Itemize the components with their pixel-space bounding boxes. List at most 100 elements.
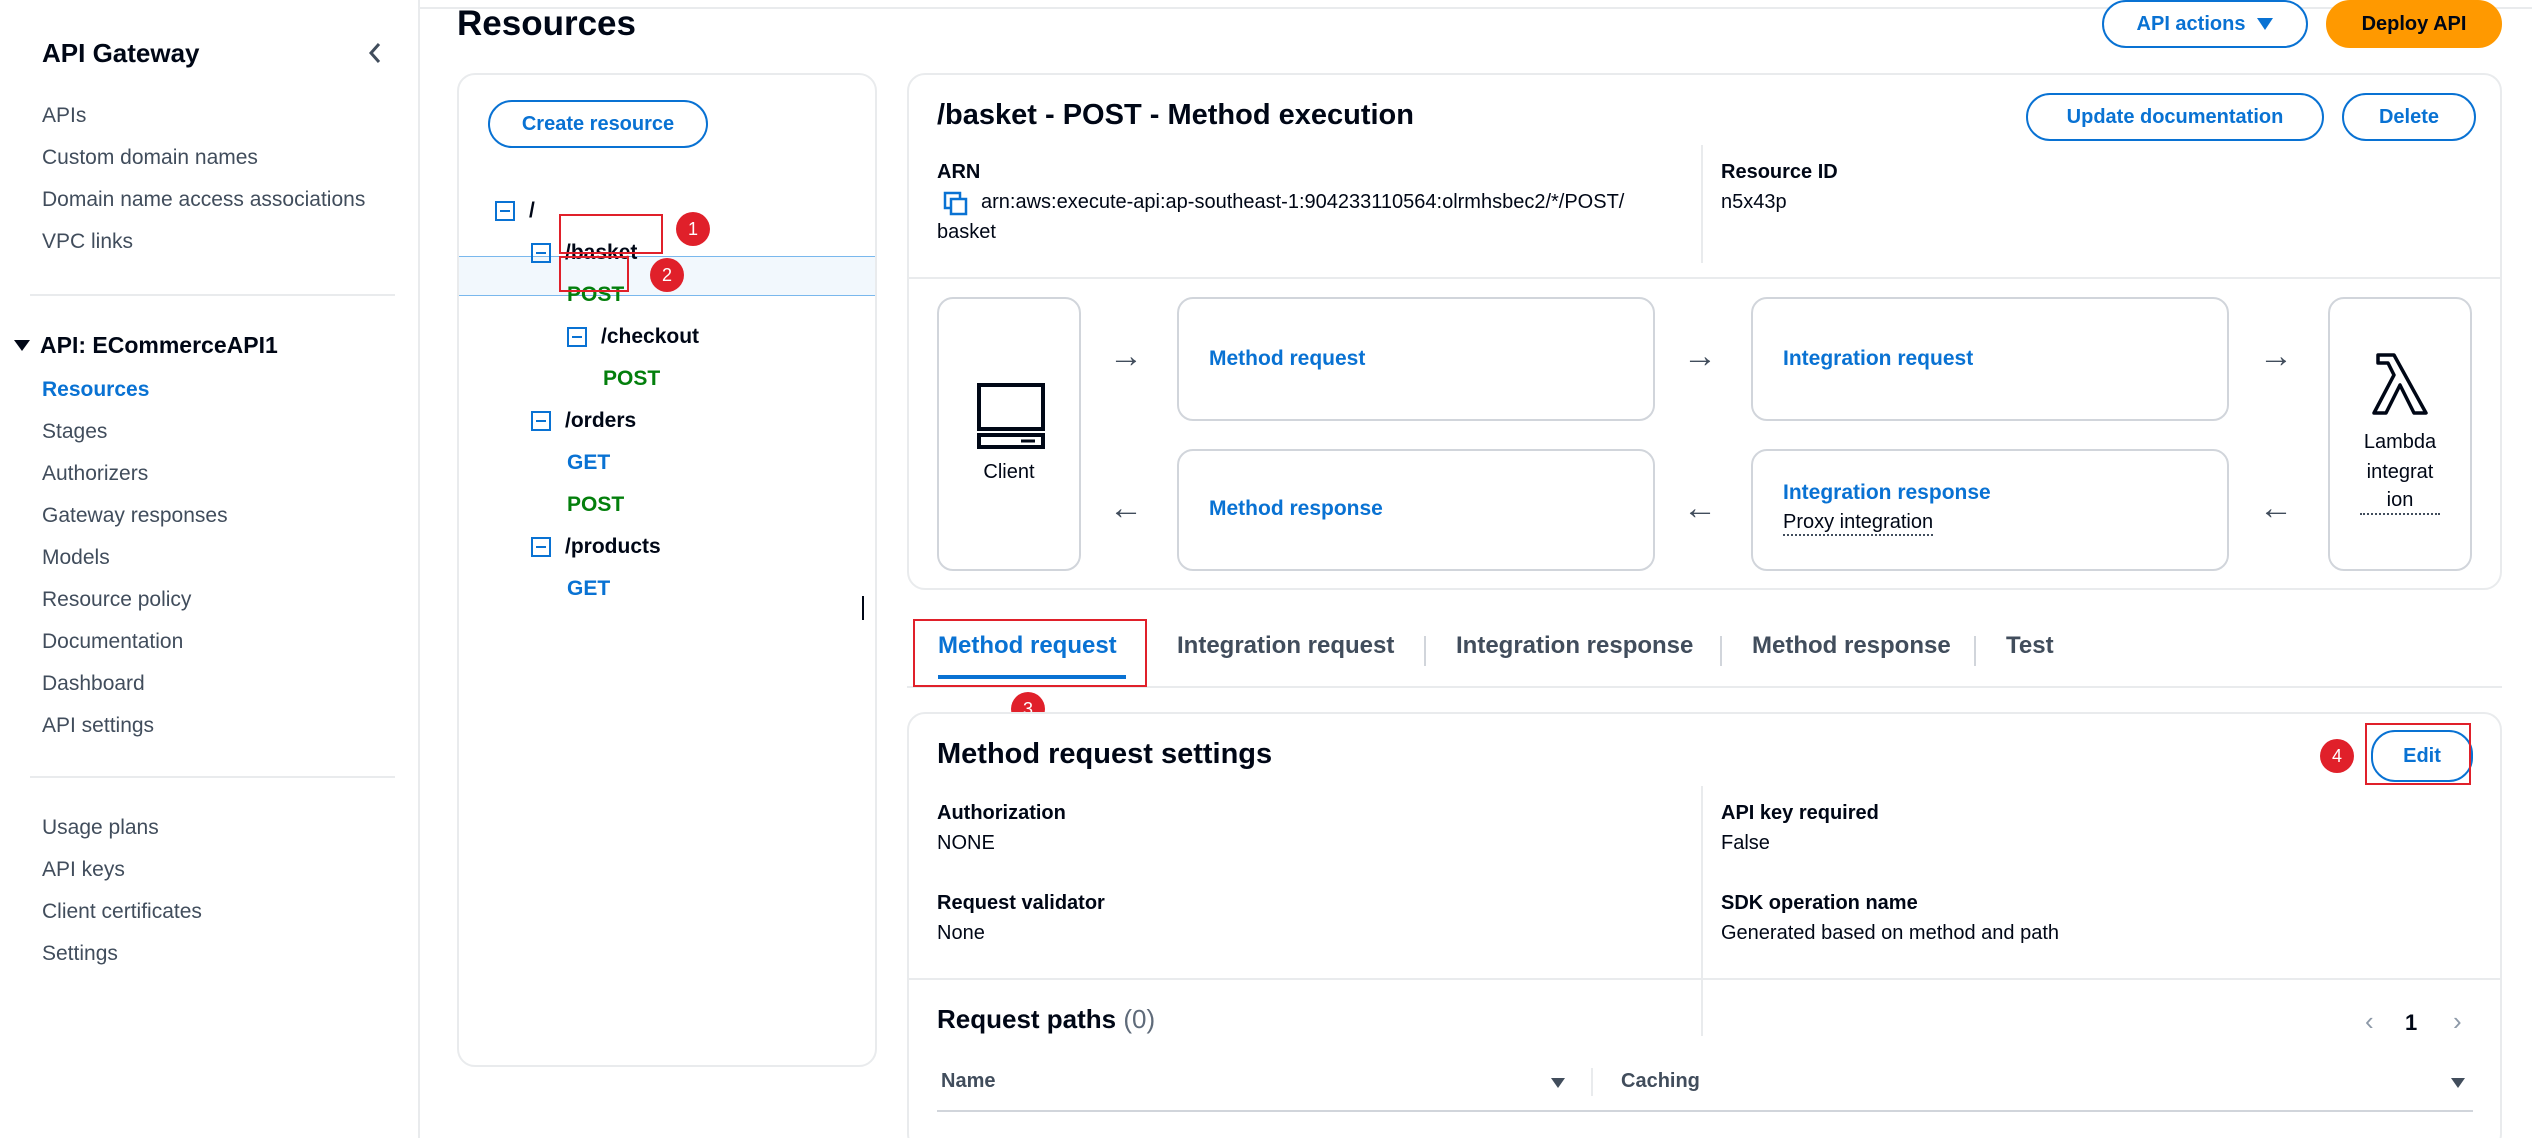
method-request-box[interactable]: Method request — [1177, 297, 1655, 421]
tree-node-checkout[interactable]: /checkout — [567, 317, 699, 357]
integration-response-link[interactable]: Integration response — [1783, 481, 1991, 505]
sidebar-item-documentation[interactable]: Documentation — [42, 630, 183, 654]
chevron-left-icon — [368, 43, 381, 63]
sort-icon[interactable] — [1551, 1078, 1565, 1088]
sidebar-item-gateway-responses[interactable]: Gateway responses — [42, 504, 228, 528]
method-request-link[interactable]: Method request — [1209, 347, 1365, 371]
api-actions-label: API actions — [2136, 12, 2246, 35]
api-key-required-label: API key required — [1721, 802, 1879, 824]
settings-title: Method request settings — [937, 738, 1273, 770]
sidebar-item-domain-access-associations[interactable]: Domain name access associations — [42, 188, 365, 212]
arrow-right-icon: → — [1109, 337, 1143, 375]
divider — [1701, 145, 1703, 263]
method-label: GET — [567, 451, 611, 474]
sidebar-divider — [30, 776, 395, 778]
divider — [909, 277, 2500, 279]
tree-node-label: /products — [565, 535, 661, 558]
proxy-integration-label: Proxy integration — [1783, 511, 1934, 536]
sidebar-item-api-settings[interactable]: API settings — [42, 714, 154, 738]
column-header-caching[interactable]: Caching — [1621, 1070, 1700, 1093]
request-validator-label: Request validator — [937, 892, 1105, 914]
tree-method-orders-get[interactable]: GET — [567, 443, 610, 483]
collapse-icon[interactable] — [567, 327, 587, 347]
tree-method-basket-post[interactable]: POST — [567, 275, 624, 315]
tab-integration-request[interactable]: Integration request — [1177, 632, 1394, 660]
update-documentation-button[interactable]: Update documentation — [2026, 93, 2324, 141]
copy-icon[interactable] — [943, 191, 969, 217]
tab-integration-response[interactable]: Integration response — [1456, 632, 1693, 660]
tree-node-products[interactable]: /products — [531, 527, 661, 567]
api-actions-button[interactable]: API actions — [2102, 0, 2308, 48]
sidebar-divider — [30, 294, 395, 296]
caret-down-icon — [14, 340, 30, 351]
sidebar-item-dashboard[interactable]: Dashboard — [42, 672, 145, 696]
integration-response-box[interactable]: Integration response Proxy integration — [1751, 449, 2229, 571]
method-response-link[interactable]: Method response — [1209, 497, 1383, 521]
tree-method-orders-post[interactable]: POST — [567, 485, 624, 525]
chevron-left-icon[interactable]: ‹ — [2365, 1006, 2374, 1037]
arn-value-line1: arn:aws:execute-api:ap-southeast-1:90423… — [981, 191, 1625, 213]
collapse-sidebar-button[interactable] — [360, 38, 390, 68]
request-paths-title: Request paths (0) — [937, 1004, 1155, 1035]
tree-node-basket[interactable]: /basket — [531, 233, 637, 273]
resource-id-value: n5x43p — [1721, 191, 1787, 213]
annotation-badge: 1 — [676, 212, 710, 246]
delete-button[interactable]: Delete — [2342, 93, 2476, 141]
lambda-label-line2: integrat — [2366, 461, 2434, 483]
active-tab-indicator — [938, 675, 1126, 679]
annotation-badge: 2 — [650, 258, 684, 292]
sidebar-item-custom-domain-names[interactable]: Custom domain names — [42, 146, 258, 170]
collapse-icon[interactable] — [531, 243, 551, 263]
tree-method-products-get[interactable]: GET — [567, 569, 610, 609]
method-request-settings-card: Method request settings Edit Authorizati… — [907, 712, 2502, 1138]
tab-method-request[interactable]: Method request — [938, 632, 1117, 660]
sidebar-item-api-keys[interactable]: API keys — [42, 858, 125, 882]
tree-method-checkout-post[interactable]: POST — [603, 359, 660, 399]
column-header-name[interactable]: Name — [941, 1070, 995, 1093]
edit-button[interactable]: Edit — [2371, 730, 2473, 782]
arrow-left-icon: ← — [1683, 489, 1717, 527]
chevron-right-icon[interactable]: › — [2453, 1006, 2462, 1037]
arrow-left-icon: ← — [2259, 489, 2293, 527]
integration-request-box[interactable]: Integration request — [1751, 297, 2229, 421]
tree-node-orders[interactable]: /orders — [531, 401, 636, 441]
sdk-operation-label: SDK operation name — [1721, 892, 1918, 914]
integration-request-link[interactable]: Integration request — [1783, 347, 1973, 371]
sidebar-item-usage-plans[interactable]: Usage plans — [42, 816, 159, 840]
tab-test[interactable]: Test — [2006, 632, 2054, 660]
sidebar-item-resources[interactable]: Resources — [42, 378, 149, 402]
create-resource-button[interactable]: Create resource — [488, 100, 708, 148]
sidebar-item-resource-policy[interactable]: Resource policy — [42, 588, 191, 612]
method-response-box[interactable]: Method response — [1177, 449, 1655, 571]
sidebar-item-vpc-links[interactable]: VPC links — [42, 230, 133, 254]
arrow-right-icon: → — [2259, 337, 2293, 375]
sidebar-api-group[interactable]: API: ECommerceAPI1 — [14, 332, 278, 359]
method-label: POST — [603, 367, 661, 390]
tree-node-root[interactable]: / — [495, 191, 535, 231]
sidebar: API Gateway APIs Custom domain names Dom… — [0, 0, 420, 1138]
resource-id-label: Resource ID — [1721, 161, 1838, 183]
sort-icon[interactable] — [2451, 1078, 2465, 1088]
sidebar-item-apis[interactable]: APIs — [42, 104, 86, 128]
page-number[interactable]: 1 — [2405, 1010, 2417, 1036]
sidebar-item-client-certificates[interactable]: Client certificates — [42, 900, 202, 924]
deploy-api-button[interactable]: Deploy API — [2326, 0, 2502, 48]
sidebar-item-stages[interactable]: Stages — [42, 420, 107, 444]
tab-method-response[interactable]: Method response — [1752, 632, 1951, 660]
request-paths-count: (0) — [1123, 1004, 1156, 1034]
sidebar-item-models[interactable]: Models — [42, 546, 110, 570]
resource-tree-panel: Create resource / /basket POST /checkout… — [457, 73, 877, 1067]
sidebar-item-authorizers[interactable]: Authorizers — [42, 462, 148, 486]
lambda-integration-box[interactable]: Lambda integrat ion — [2328, 297, 2472, 571]
text-cursor — [862, 596, 864, 620]
method-label: GET — [567, 577, 611, 600]
method-label: POST — [567, 493, 625, 516]
sidebar-title[interactable]: API Gateway — [42, 38, 200, 69]
page-title: Resources — [457, 4, 636, 43]
sidebar-api-group-label: API: ECommerceAPI1 — [40, 332, 278, 358]
collapse-icon[interactable] — [495, 201, 515, 221]
tree-node-label: /basket — [565, 241, 638, 264]
sidebar-item-settings[interactable]: Settings — [42, 942, 118, 966]
collapse-icon[interactable] — [531, 537, 551, 557]
collapse-icon[interactable] — [531, 411, 551, 431]
